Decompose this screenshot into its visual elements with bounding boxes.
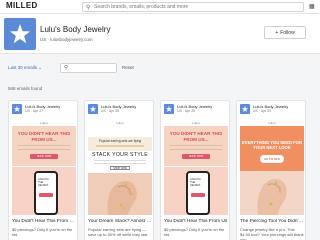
card-subject[interactable]: You Didn't Hear This From Us... — [12, 219, 76, 224]
preview-divider — [96, 145, 144, 147]
site-logo[interactable]: MILLED — [6, 1, 38, 10]
brand-icon — [88, 104, 98, 114]
preview-cta: SHOP NOW — [30, 154, 58, 159]
star-icon — [10, 24, 30, 44]
email-card[interactable]: Lulu's Body Jewelry US · Apr 27 Lulu's Y… — [8, 100, 78, 240]
email-preview-thumbnail[interactable]: Lulu's YOU DIDN'T HEAR THIS FROM US... S… — [164, 119, 228, 215]
brand-header: Lulu's Body Jewelry US · lulusbodyjewelr… — [0, 14, 320, 54]
search-icon: ⚲ — [64, 65, 69, 71]
card-subject[interactable]: Your Dream Stack? Almost Gone — [88, 219, 152, 224]
preview-discount-badge: UP TO 50% — [260, 155, 284, 163]
email-preview-thumbnail[interactable]: Lulu's Popular earring sets are flying S… — [88, 119, 152, 215]
date-range-label: Last 30 emails — [8, 65, 38, 70]
global-search-input[interactable]: ⚲ Search brands, emails, products and mo… — [82, 2, 304, 12]
brand-icon — [240, 104, 250, 114]
preview-headline: STACK YOUR STYLE — [92, 152, 148, 158]
follow-label: Follow — [280, 29, 295, 36]
ear-photo-icon — [240, 171, 304, 215]
plus-icon: + — [275, 29, 279, 36]
brand-url[interactable]: US · lulusbodyjewelry.com — [40, 37, 93, 42]
apps-grid-icon[interactable]: ▦ — [309, 3, 315, 10]
card-date: US · Apr 26 — [101, 109, 120, 113]
preview-headline: YOU DIDN'T HEAR THIS FROM US... — [17, 131, 71, 142]
email-preview-thumbnail[interactable]: Lulu's EVERYTHING YOU NEED FOR YOUR NEXT… — [240, 119, 304, 215]
preview-phone-button — [39, 193, 53, 197]
email-card[interactable]: Lulu's Body Jewelry US · Apr 25 Lulu's Y… — [160, 100, 230, 240]
preview-phone-text: UNLOCK THE SECRET — [190, 178, 201, 188]
preview-phone-button — [191, 193, 205, 197]
preview-body-text — [94, 160, 146, 164]
star-icon — [13, 105, 21, 112]
brand-name: Lulu's Body Jewelry — [40, 25, 111, 34]
card-snippet: $5 piercings? Only if you're on the list… — [164, 227, 225, 238]
brand-icon — [164, 104, 174, 114]
preview-ear-photo — [240, 171, 304, 215]
preview-phone-image: UNLOCK THE SECRET — [34, 171, 58, 215]
chevron-down-icon: ⌄ — [38, 65, 43, 70]
search-placeholder: Search brands, emails, products and more — [94, 4, 189, 10]
preview-cta: SHOP NOW — [182, 154, 210, 159]
email-search-input[interactable]: ⚲ — [60, 63, 117, 73]
results-count: 568 emails found — [8, 86, 43, 91]
card-snippet: Popular earring sets are flying — save u… — [88, 227, 149, 238]
search-icon: ⚲ — [86, 5, 91, 11]
brand-icon — [12, 104, 22, 114]
card-snippet: $5 piercings? Only if you're on the list… — [12, 227, 73, 238]
email-card[interactable]: Lulu's Body Jewelry US · Apr 24 Lulu's E… — [236, 100, 306, 240]
preview-headline: EVERYTHING YOU NEED FOR YOUR NEXT LOOK — [241, 140, 303, 151]
card-subject[interactable]: The Piercing Tool You Didn't Know You Ne… — [240, 219, 304, 224]
card-date: US · Apr 24 — [253, 109, 272, 113]
preview-cta: SHOP NOW — [110, 166, 130, 170]
brand-logo — [4, 18, 36, 50]
preview-body-text — [170, 145, 222, 150]
preview-logo: Lulu's — [116, 121, 124, 125]
date-range-dropdown[interactable]: Last 30 emails ⌄ — [8, 65, 42, 71]
top-bar: MILLED ⚲ Search brands, emails, products… — [0, 0, 320, 14]
preview-ear-photo — [88, 173, 152, 215]
preview-phone-image: UNLOCK THE SECRET — [186, 171, 210, 215]
reset-button[interactable]: Reset — [122, 65, 134, 70]
star-icon — [241, 105, 249, 112]
card-snippet: Change jewelry like a pro. This $4.90 to… — [240, 227, 304, 240]
preview-headline: YOU DIDN'T HEAR THIS FROM US... — [169, 131, 223, 142]
preview-banner-text: Popular earring sets are flying — [98, 139, 142, 143]
card-subject[interactable]: You Didn't Hear This From Us — [164, 219, 228, 224]
preview-body-text — [18, 145, 70, 150]
filter-bar: Last 30 emails ⌄ ⚲ Reset — [0, 62, 320, 76]
preview-phone-text: UNLOCK THE SECRET — [38, 178, 49, 188]
card-date: US · Apr 27 — [25, 109, 44, 113]
ear-photo-icon — [88, 173, 152, 215]
email-card[interactable]: Lulu's Body Jewelry US · Apr 26 Lulu's P… — [84, 100, 154, 240]
preview-logo: Lulu's — [192, 121, 200, 125]
card-date: US · Apr 25 — [177, 109, 196, 113]
star-icon — [165, 105, 173, 112]
email-preview-thumbnail[interactable]: Lulu's YOU DIDN'T HEAR THIS FROM US... S… — [12, 119, 76, 215]
preview-logo: Lulu's — [268, 121, 276, 125]
star-icon — [89, 105, 97, 112]
preview-logo: Lulu's — [40, 121, 48, 125]
follow-button[interactable]: + Follow — [264, 26, 306, 39]
